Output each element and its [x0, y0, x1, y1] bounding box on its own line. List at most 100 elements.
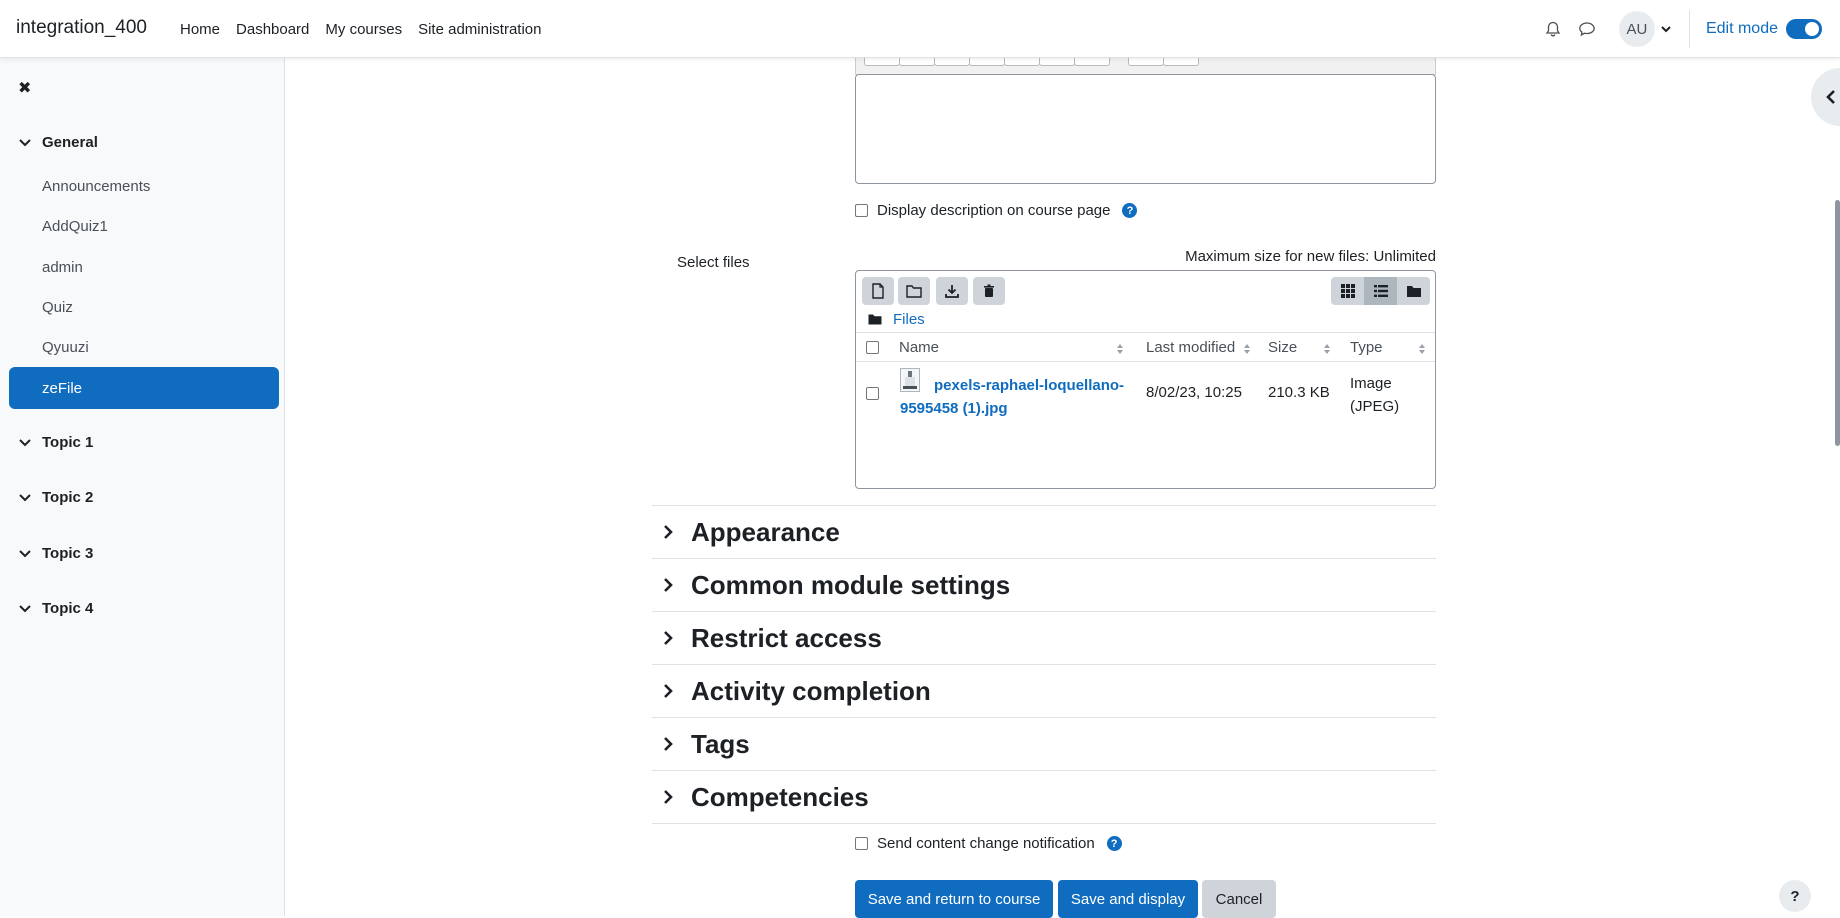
- nav-site-administration[interactable]: Site administration: [418, 21, 541, 38]
- display-description-checkbox[interactable]: [855, 204, 868, 217]
- section-title: Activity completion: [691, 675, 931, 706]
- section-tags[interactable]: Tags: [652, 717, 1436, 770]
- chevron-right-icon[interactable]: [662, 736, 674, 752]
- create-folder-icon[interactable]: [898, 277, 930, 305]
- chevron-right-icon[interactable]: [662, 577, 674, 593]
- send-notification-checkbox[interactable]: [855, 837, 868, 850]
- section-topic-2[interactable]: Topic 2: [18, 489, 93, 506]
- editor-toolbar: [855, 58, 1436, 75]
- chevron-down-icon[interactable]: [1661, 20, 1671, 38]
- send-notification-label: Send content change notification: [877, 835, 1095, 852]
- max-size-text: Maximum size for new files: Unlimited: [1185, 248, 1436, 265]
- help-button[interactable]: ?: [1779, 880, 1811, 912]
- chevron-down-icon[interactable]: [18, 604, 32, 614]
- section-topic-1[interactable]: Topic 1: [18, 434, 93, 451]
- toolbar-button[interactable]: [899, 58, 935, 66]
- section-title: Common module settings: [691, 569, 1011, 600]
- sort-icon[interactable]: [1323, 343, 1331, 355]
- delete-icon[interactable]: [973, 277, 1005, 305]
- divider: [652, 823, 1436, 824]
- description-editor[interactable]: [855, 74, 1436, 184]
- grid-view-icon[interactable]: [1331, 277, 1364, 305]
- list-view-icon[interactable]: [1364, 277, 1397, 305]
- section-title: Appearance: [691, 516, 840, 547]
- section-label: General: [42, 134, 98, 151]
- toolbar-button[interactable]: [1004, 58, 1040, 66]
- file-name-link[interactable]: pexels-raphael-loquellano-9595458 (1).jp…: [900, 374, 1140, 420]
- column-type[interactable]: Type: [1350, 339, 1383, 356]
- folder-icon: [868, 314, 882, 325]
- section-label: Topic 3: [42, 545, 94, 562]
- toolbar-button[interactable]: [1128, 58, 1164, 66]
- chevron-right-icon[interactable]: [662, 789, 674, 805]
- primary-navigation: Home Dashboard My courses Site administr…: [172, 0, 550, 58]
- main-content: Display description on course page ? Sel…: [285, 58, 1840, 918]
- add-file-icon[interactable]: [862, 277, 894, 305]
- file-table-header: Name Last modified Size Type: [856, 332, 1435, 362]
- scrollbar[interactable]: [1835, 200, 1840, 446]
- activity-announcements[interactable]: Announcements: [9, 165, 279, 207]
- avatar[interactable]: AU: [1618, 11, 1655, 47]
- nav-my-courses[interactable]: My courses: [325, 21, 402, 38]
- chevron-right-icon[interactable]: [662, 630, 674, 646]
- sort-icon[interactable]: [1243, 343, 1251, 355]
- section-activity-completion[interactable]: Activity completion: [652, 664, 1436, 717]
- toolbar-button[interactable]: [864, 58, 900, 66]
- download-icon[interactable]: [936, 277, 968, 305]
- section-appearance[interactable]: Appearance: [652, 505, 1436, 558]
- display-description-label: Display description on course page: [877, 202, 1111, 219]
- chevron-down-icon[interactable]: [18, 138, 32, 148]
- activity-addquiz1[interactable]: AddQuiz1: [9, 205, 279, 247]
- section-topic-4[interactable]: Topic 4: [18, 600, 93, 617]
- toolbar-button[interactable]: [969, 58, 1005, 66]
- edit-mode-label: Edit mode: [1705, 20, 1778, 37]
- toolbar-button[interactable]: [934, 58, 970, 66]
- help-icon[interactable]: ?: [1122, 203, 1138, 218]
- column-size[interactable]: Size: [1268, 339, 1297, 356]
- sort-icon[interactable]: [1116, 343, 1124, 355]
- chevron-right-icon[interactable]: [662, 524, 674, 540]
- chat-bubble-icon[interactable]: [1575, 17, 1599, 41]
- save-and-display-button[interactable]: Save and display: [1058, 880, 1198, 918]
- chevron-down-icon[interactable]: [18, 493, 32, 503]
- nav-home[interactable]: Home: [180, 21, 220, 38]
- chevron-right-icon[interactable]: [662, 683, 674, 699]
- bell-icon[interactable]: [1541, 17, 1565, 41]
- breadcrumb-files[interactable]: Files: [893, 311, 925, 328]
- file-row[interactable]: pexels-raphael-loquellano-9595458 (1).jp…: [856, 362, 1435, 422]
- cancel-button[interactable]: Cancel: [1202, 880, 1276, 918]
- chevron-left-icon[interactable]: [1826, 89, 1836, 105]
- chevron-down-icon[interactable]: [18, 549, 32, 559]
- site-name[interactable]: integration_400: [16, 17, 147, 39]
- file-picker: Files Name Last modified Size Type pexel…: [855, 270, 1436, 489]
- edit-mode-toggle[interactable]: [1786, 19, 1822, 39]
- select-files-label: Select files: [677, 254, 750, 271]
- toolbar-button[interactable]: [1163, 58, 1199, 66]
- breadcrumb: Files: [868, 311, 925, 328]
- toolbar-button[interactable]: [1074, 58, 1110, 66]
- section-restrict-access[interactable]: Restrict access: [652, 611, 1436, 664]
- sort-icon[interactable]: [1418, 343, 1426, 355]
- chevron-down-icon[interactable]: [18, 438, 32, 448]
- activity-admin[interactable]: admin: [9, 246, 279, 288]
- select-all-checkbox[interactable]: [866, 341, 879, 354]
- file-type: Image (JPEG): [1350, 375, 1400, 415]
- nav-dashboard[interactable]: Dashboard: [236, 21, 309, 38]
- section-competencies[interactable]: Competencies: [652, 770, 1436, 823]
- activity-quiz[interactable]: Quiz: [9, 286, 279, 328]
- view-switcher: [1331, 277, 1430, 305]
- save-and-return-button[interactable]: Save and return to course: [855, 880, 1053, 918]
- section-title: Restrict access: [691, 622, 882, 653]
- help-icon[interactable]: ?: [1106, 836, 1122, 851]
- activity-qyuuzi[interactable]: Qyuuzi: [9, 326, 279, 368]
- section-common-module-settings[interactable]: Common module settings: [652, 558, 1436, 611]
- section-topic-3[interactable]: Topic 3: [18, 545, 93, 562]
- folder-view-icon[interactable]: [1397, 277, 1430, 305]
- close-icon[interactable]: ✖: [18, 78, 31, 98]
- file-row-checkbox[interactable]: [866, 387, 879, 400]
- column-last-modified[interactable]: Last modified: [1146, 339, 1235, 356]
- section-general[interactable]: General: [18, 134, 98, 151]
- column-name[interactable]: Name: [899, 339, 939, 356]
- toolbar-button[interactable]: [1039, 58, 1075, 66]
- activity-zefile[interactable]: zeFile: [9, 367, 279, 409]
